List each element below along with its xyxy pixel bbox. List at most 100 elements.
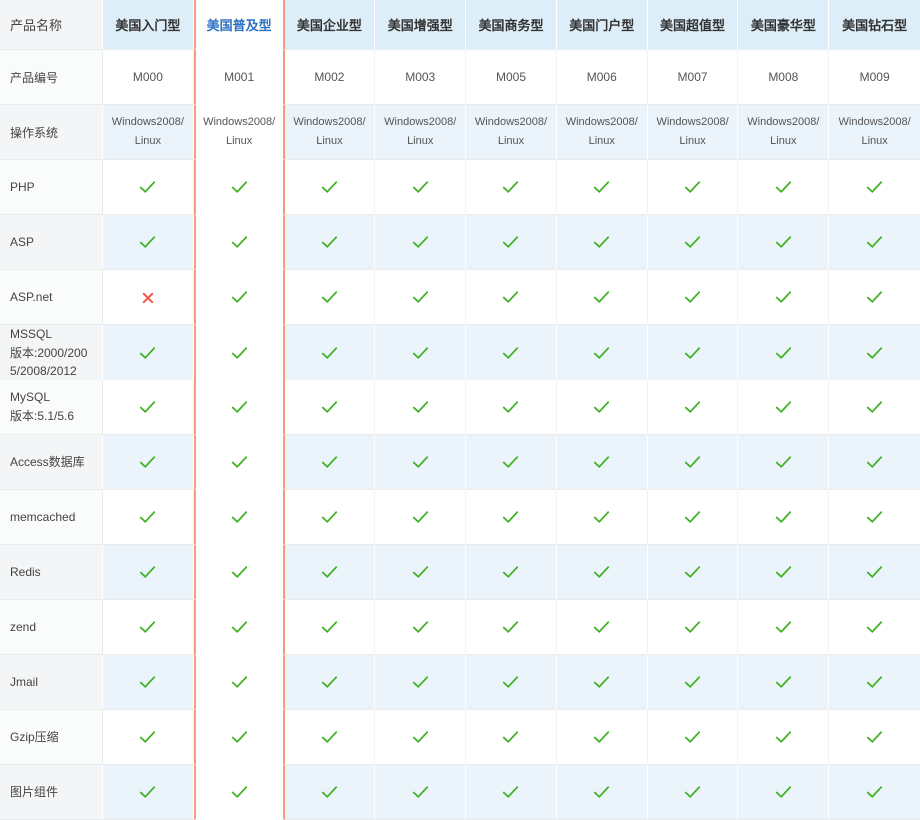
column-header-m009[interactable]: 美国钻石型 bbox=[829, 0, 920, 50]
check-icon bbox=[412, 452, 428, 468]
feature-cell bbox=[557, 435, 648, 490]
product-code-cell: M006 bbox=[557, 50, 648, 105]
check-icon bbox=[412, 617, 428, 633]
check-icon bbox=[231, 617, 247, 633]
check-icon bbox=[321, 617, 337, 633]
feature-cell bbox=[375, 545, 466, 600]
check-icon bbox=[775, 562, 791, 578]
feature-cell bbox=[466, 545, 557, 600]
cross-icon bbox=[141, 291, 154, 304]
check-icon bbox=[412, 562, 428, 578]
feature-cell bbox=[103, 710, 194, 765]
check-icon bbox=[231, 782, 247, 798]
feature-cell bbox=[466, 160, 557, 215]
check-icon bbox=[775, 617, 791, 633]
os-row: 操作系统Windows2008/LinuxWindows2008/LinuxWi… bbox=[0, 105, 920, 160]
feature-cell bbox=[285, 600, 376, 655]
column-header-m005[interactable]: 美国商务型 bbox=[466, 0, 557, 50]
check-icon bbox=[231, 452, 247, 468]
feature-row: PHP bbox=[0, 160, 920, 215]
feature-cell bbox=[375, 270, 466, 325]
check-icon bbox=[685, 232, 701, 248]
check-icon bbox=[231, 397, 247, 413]
check-icon bbox=[412, 177, 428, 193]
feature-cell bbox=[285, 380, 376, 435]
os-value: Windows2008/Linux bbox=[747, 113, 819, 150]
check-icon bbox=[594, 562, 610, 578]
feature-row: MySQL版本:5.1/5.6 bbox=[0, 380, 920, 435]
feature-cell bbox=[648, 655, 739, 710]
column-header-m001[interactable]: 美国普及型 bbox=[194, 0, 285, 50]
feature-cell bbox=[829, 600, 920, 655]
column-header-m008[interactable]: 美国豪华型 bbox=[738, 0, 829, 50]
feature-cell bbox=[194, 490, 285, 545]
feature-cell bbox=[557, 490, 648, 545]
check-icon bbox=[775, 672, 791, 688]
check-icon bbox=[685, 287, 701, 303]
check-icon bbox=[321, 452, 337, 468]
feature-cell bbox=[466, 380, 557, 435]
feature-cell bbox=[829, 545, 920, 600]
check-icon bbox=[503, 343, 519, 359]
feature-cell bbox=[738, 380, 829, 435]
check-icon bbox=[867, 452, 883, 468]
check-icon bbox=[231, 287, 247, 303]
row-label: 产品编号 bbox=[0, 50, 103, 105]
feature-cell bbox=[466, 600, 557, 655]
check-icon bbox=[685, 782, 701, 798]
os-value: Windows2008/Linux bbox=[566, 113, 638, 150]
check-icon bbox=[867, 177, 883, 193]
feature-cell bbox=[194, 545, 285, 600]
corner-cell: 产品名称 bbox=[0, 0, 103, 50]
os-cell: Windows2008/Linux bbox=[285, 105, 376, 160]
check-icon bbox=[594, 672, 610, 688]
feature-cell bbox=[738, 325, 829, 382]
check-icon bbox=[503, 287, 519, 303]
feature-row: ASP.net bbox=[0, 270, 920, 325]
row-label: MSSQL版本:2000/2005/2008/2012 bbox=[0, 325, 103, 382]
check-icon bbox=[140, 507, 156, 523]
check-icon bbox=[867, 782, 883, 798]
os-cell: Windows2008/Linux bbox=[829, 105, 920, 160]
check-icon bbox=[867, 507, 883, 523]
feature-cell bbox=[194, 270, 285, 325]
feature-cell bbox=[829, 325, 920, 382]
feature-cell bbox=[648, 435, 739, 490]
feature-cell bbox=[103, 490, 194, 545]
check-icon bbox=[140, 562, 156, 578]
feature-cell bbox=[285, 435, 376, 490]
feature-row: zend bbox=[0, 600, 920, 655]
feature-label: Gzip压缩 bbox=[10, 728, 65, 747]
column-header-m006[interactable]: 美国门户型 bbox=[557, 0, 648, 50]
feature-cell bbox=[466, 270, 557, 325]
feature-cell bbox=[194, 600, 285, 655]
column-header-m007[interactable]: 美国超值型 bbox=[648, 0, 739, 50]
feature-cell bbox=[466, 215, 557, 270]
feature-label: MSSQL版本:2000/2005/2008/2012 bbox=[10, 325, 102, 381]
feature-cell bbox=[648, 270, 739, 325]
feature-cell bbox=[466, 490, 557, 545]
feature-row: MSSQL版本:2000/2005/2008/2012 bbox=[0, 325, 920, 380]
column-header-m002[interactable]: 美国企业型 bbox=[285, 0, 376, 50]
feature-cell bbox=[466, 325, 557, 382]
feature-cell bbox=[375, 710, 466, 765]
product-code-cell: M001 bbox=[194, 50, 285, 105]
check-icon bbox=[231, 727, 247, 743]
feature-cell bbox=[194, 215, 285, 270]
column-header-m003[interactable]: 美国增强型 bbox=[375, 0, 466, 50]
check-icon bbox=[321, 782, 337, 798]
column-header-m000[interactable]: 美国入门型 bbox=[103, 0, 194, 50]
feature-cell bbox=[285, 215, 376, 270]
check-icon bbox=[321, 287, 337, 303]
check-icon bbox=[503, 672, 519, 688]
check-icon bbox=[775, 343, 791, 359]
feature-row: 图片组件 bbox=[0, 765, 920, 820]
row-label: ASP.net bbox=[0, 270, 103, 325]
feature-cell bbox=[466, 655, 557, 710]
check-icon bbox=[594, 287, 610, 303]
feature-label: ASP bbox=[10, 233, 40, 252]
check-icon bbox=[594, 232, 610, 248]
check-icon bbox=[685, 562, 701, 578]
check-icon bbox=[503, 617, 519, 633]
check-icon bbox=[321, 177, 337, 193]
